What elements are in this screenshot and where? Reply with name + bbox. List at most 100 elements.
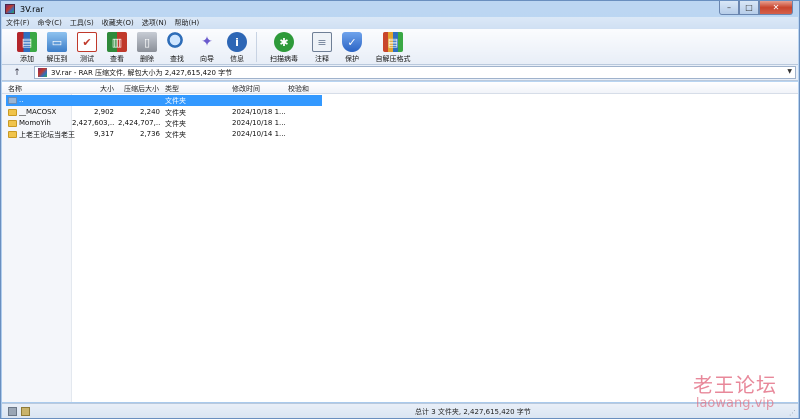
add-label: 添加 (20, 55, 34, 63)
view-book-icon: ▥ (107, 32, 127, 52)
row-modified: 2024/10/18 1... (232, 108, 286, 116)
watermark-line1: 老王论坛 (693, 373, 777, 397)
row-packed: 2,424,707,... (118, 119, 160, 127)
column-modified[interactable]: 修改时间 (232, 84, 260, 94)
comment-label: 注释 (315, 55, 329, 63)
archive-icon (38, 68, 47, 77)
sfx-books-icon: ▤ (383, 32, 403, 52)
info-button[interactable]: i 信息 (222, 29, 252, 65)
wizard-button[interactable]: ✦ 向导 (192, 29, 222, 65)
books-add-icon: ▤ (17, 32, 37, 52)
delete-label: 删除 (140, 55, 154, 63)
column-crc[interactable]: 校验和 (288, 84, 309, 94)
row-size: 2,902 (93, 108, 114, 116)
path-field[interactable]: 3V.rar - RAR 压缩文件, 解包大小为 2,427,615,420 字… (34, 66, 796, 79)
row-type: 文件夹 (165, 131, 186, 139)
row-modified: 2024/10/14 1... (232, 130, 286, 138)
magnifier-icon (167, 32, 187, 52)
column-name[interactable]: 名称 (8, 84, 22, 94)
row-type: 文件夹 (165, 97, 186, 105)
parent-folder-icon (8, 97, 17, 104)
row-name: 上老王论坛当老王 (19, 131, 75, 139)
toolbar: ▤ 添加 ▭ 解压到 ✔ 测试 ▥ 查看 ▯ 删除 查找 ✦ 向导 i 信息 ✱… (2, 29, 798, 65)
address-bar: ↑ 3V.rar - RAR 压缩文件, 解包大小为 2,427,615,420… (2, 65, 798, 81)
menu-options[interactable]: 选项(N) (138, 18, 171, 28)
drive-icon[interactable] (8, 407, 17, 416)
row-packed: 2,240 (139, 108, 160, 116)
extract-to-button[interactable]: ▭ 解压到 (42, 29, 72, 65)
virus-scan-icon: ✱ (274, 32, 294, 52)
wizard-label: 向导 (200, 55, 214, 63)
key-icon[interactable] (21, 407, 30, 416)
test-label: 测试 (80, 55, 94, 63)
minimize-button[interactable]: – (719, 1, 739, 15)
maximize-button[interactable]: □ (739, 1, 759, 15)
name-column-shade (2, 94, 72, 402)
find-label: 查找 (170, 55, 184, 63)
resize-grip-icon[interactable]: ⋰ (789, 409, 796, 417)
status-bar: 总计 3 文件夹, 2,427,615,420 字节 ⋰ (2, 403, 798, 418)
column-size[interactable]: 大小 (100, 84, 114, 94)
row-name: MomoYih (19, 119, 51, 127)
test-checklist-icon: ✔ (77, 32, 97, 52)
menu-help[interactable]: 帮助(H) (170, 18, 203, 28)
menu-file[interactable]: 文件(F) (2, 18, 34, 28)
scan-virus-label: 扫描病毒 (270, 55, 298, 63)
file-list[interactable]: 名称 大小 压缩后大小 类型 修改时间 校验和 .. 文件夹 __MACOSX … (2, 82, 798, 402)
column-header: 名称 大小 压缩后大小 类型 修改时间 校验和 (2, 82, 798, 94)
table-row[interactable]: __MACOSX 2,902 2,240 文件夹 2024/10/18 1... (6, 107, 322, 118)
menu-bar: 文件(F) 命令(C) 工具(S) 收藏夹(O) 选项(N) 帮助(H) (2, 17, 798, 29)
folder-icon (8, 120, 17, 127)
row-modified: 2024/10/18 1... (232, 119, 286, 127)
find-button[interactable]: 查找 (162, 29, 192, 65)
path-text: 3V.rar - RAR 压缩文件, 解包大小为 2,427,615,420 字… (51, 68, 233, 77)
toolbar-separator (256, 32, 257, 62)
app-window: 3V.rar – □ ✕ 文件(F) 命令(C) 工具(S) 收藏夹(O) 选项… (0, 0, 800, 419)
row-packed: 2,736 (139, 130, 160, 138)
wand-icon: ✦ (201, 34, 213, 50)
menu-tools[interactable]: 工具(S) (66, 18, 98, 28)
table-row[interactable]: MomoYih 2,427,603,... 2,424,707,... 文件夹 … (6, 118, 322, 129)
status-icons (8, 407, 34, 416)
shield-icon: ✓ (342, 32, 362, 52)
table-row[interactable]: .. 文件夹 (6, 95, 322, 106)
winrar-app-icon[interactable] (5, 4, 15, 14)
folder-icon (8, 131, 17, 138)
info-label: 信息 (230, 55, 244, 63)
row-size: 2,427,603,... (72, 119, 114, 127)
folder-icon (8, 109, 17, 116)
view-button[interactable]: ▥ 查看 (102, 29, 132, 65)
protect-button[interactable]: ✓ 保护 (337, 29, 367, 65)
comment-icon: ≡ (312, 32, 332, 52)
folder-extract-icon: ▭ (47, 32, 67, 52)
sfx-label: 自解压格式 (375, 55, 411, 63)
path-dropdown-icon[interactable]: ▼ (787, 68, 792, 75)
trash-icon: ▯ (137, 32, 157, 52)
close-button[interactable]: ✕ (759, 1, 793, 15)
window-title: 3V.rar (20, 4, 44, 14)
row-type: 文件夹 (165, 109, 186, 117)
title-bar[interactable]: 3V.rar – □ ✕ (1, 1, 799, 17)
watermark-line2: laowang.vip (695, 396, 775, 411)
column-type[interactable]: 类型 (165, 84, 179, 94)
add-button[interactable]: ▤ 添加 (12, 29, 42, 65)
menu-commands[interactable]: 命令(C) (34, 18, 66, 28)
info-icon: i (227, 32, 247, 52)
window-controls: – □ ✕ (719, 1, 793, 15)
watermark: 老王论坛 laowang.vip (693, 369, 777, 411)
view-label: 查看 (110, 55, 124, 63)
delete-button[interactable]: ▯ 删除 (132, 29, 162, 65)
up-folder-button[interactable]: ↑ (8, 66, 26, 80)
protect-label: 保护 (345, 55, 359, 63)
comment-button[interactable]: ≡ 注释 (307, 29, 337, 65)
row-type: 文件夹 (165, 120, 186, 128)
row-name: .. (19, 96, 24, 104)
menu-favorites[interactable]: 收藏夹(O) (98, 18, 138, 28)
sfx-button[interactable]: ▤ 自解压格式 (367, 29, 419, 65)
row-size: 9,317 (93, 130, 114, 138)
table-row[interactable]: 上老王论坛当老王 9,317 2,736 文件夹 2024/10/14 1... (6, 129, 322, 140)
scan-virus-button[interactable]: ✱ 扫描病毒 (261, 29, 307, 65)
test-button[interactable]: ✔ 测试 (72, 29, 102, 65)
column-packed[interactable]: 压缩后大小 (124, 84, 159, 94)
status-text: 总计 3 文件夹, 2,427,615,420 字节 (415, 408, 531, 416)
